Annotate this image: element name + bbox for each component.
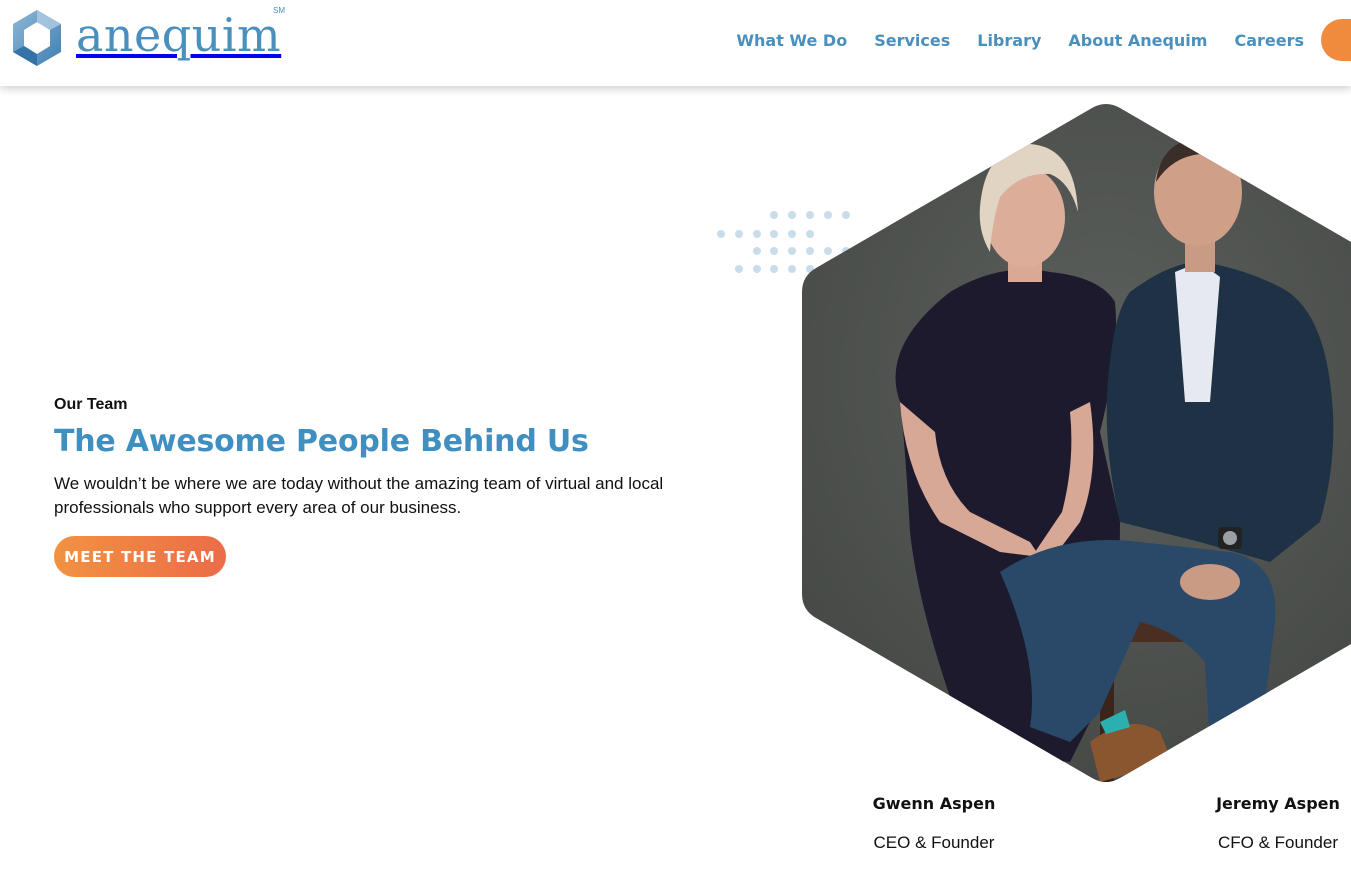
member-role: CEO & Founder xyxy=(873,833,995,852)
team-member-jeremy: Jeremy Aspen CFO & Founder xyxy=(1178,794,1351,853)
team-member-gwenn: Gwenn Aspen CEO & Founder xyxy=(834,794,1034,853)
nav-what-we-do[interactable]: What We Do xyxy=(736,31,847,50)
main-nav: What We Do Services Library About Anequi… xyxy=(736,19,1351,61)
logo-wordmark: anequim xyxy=(76,8,282,62)
service-mark: SM xyxy=(273,6,285,15)
nav-library[interactable]: Library xyxy=(977,31,1041,50)
site-header: anequim SM What We Do Services Library A… xyxy=(0,0,1351,86)
member-role: CFO & Founder xyxy=(1218,833,1338,852)
founders-photo xyxy=(802,104,1351,782)
member-name: Jeremy Aspen xyxy=(1216,794,1340,813)
nav-about-anequim[interactable]: About Anequim xyxy=(1068,31,1207,50)
section-description: We wouldn’t be where we are today withou… xyxy=(54,474,664,517)
section-eyebrow: Our Team xyxy=(54,396,128,413)
meet-the-team-button[interactable]: MEET THE TEAM xyxy=(54,536,226,577)
nav-cta-button[interactable] xyxy=(1321,19,1351,61)
section-headline: The Awesome People Behind Us xyxy=(54,424,589,459)
anequim-logo[interactable]: anequim xyxy=(10,6,281,70)
hexagon-logo-icon xyxy=(13,10,61,66)
nav-careers[interactable]: Careers xyxy=(1234,31,1304,50)
nav-services[interactable]: Services xyxy=(874,31,950,50)
member-name: Gwenn Aspen xyxy=(872,794,996,813)
